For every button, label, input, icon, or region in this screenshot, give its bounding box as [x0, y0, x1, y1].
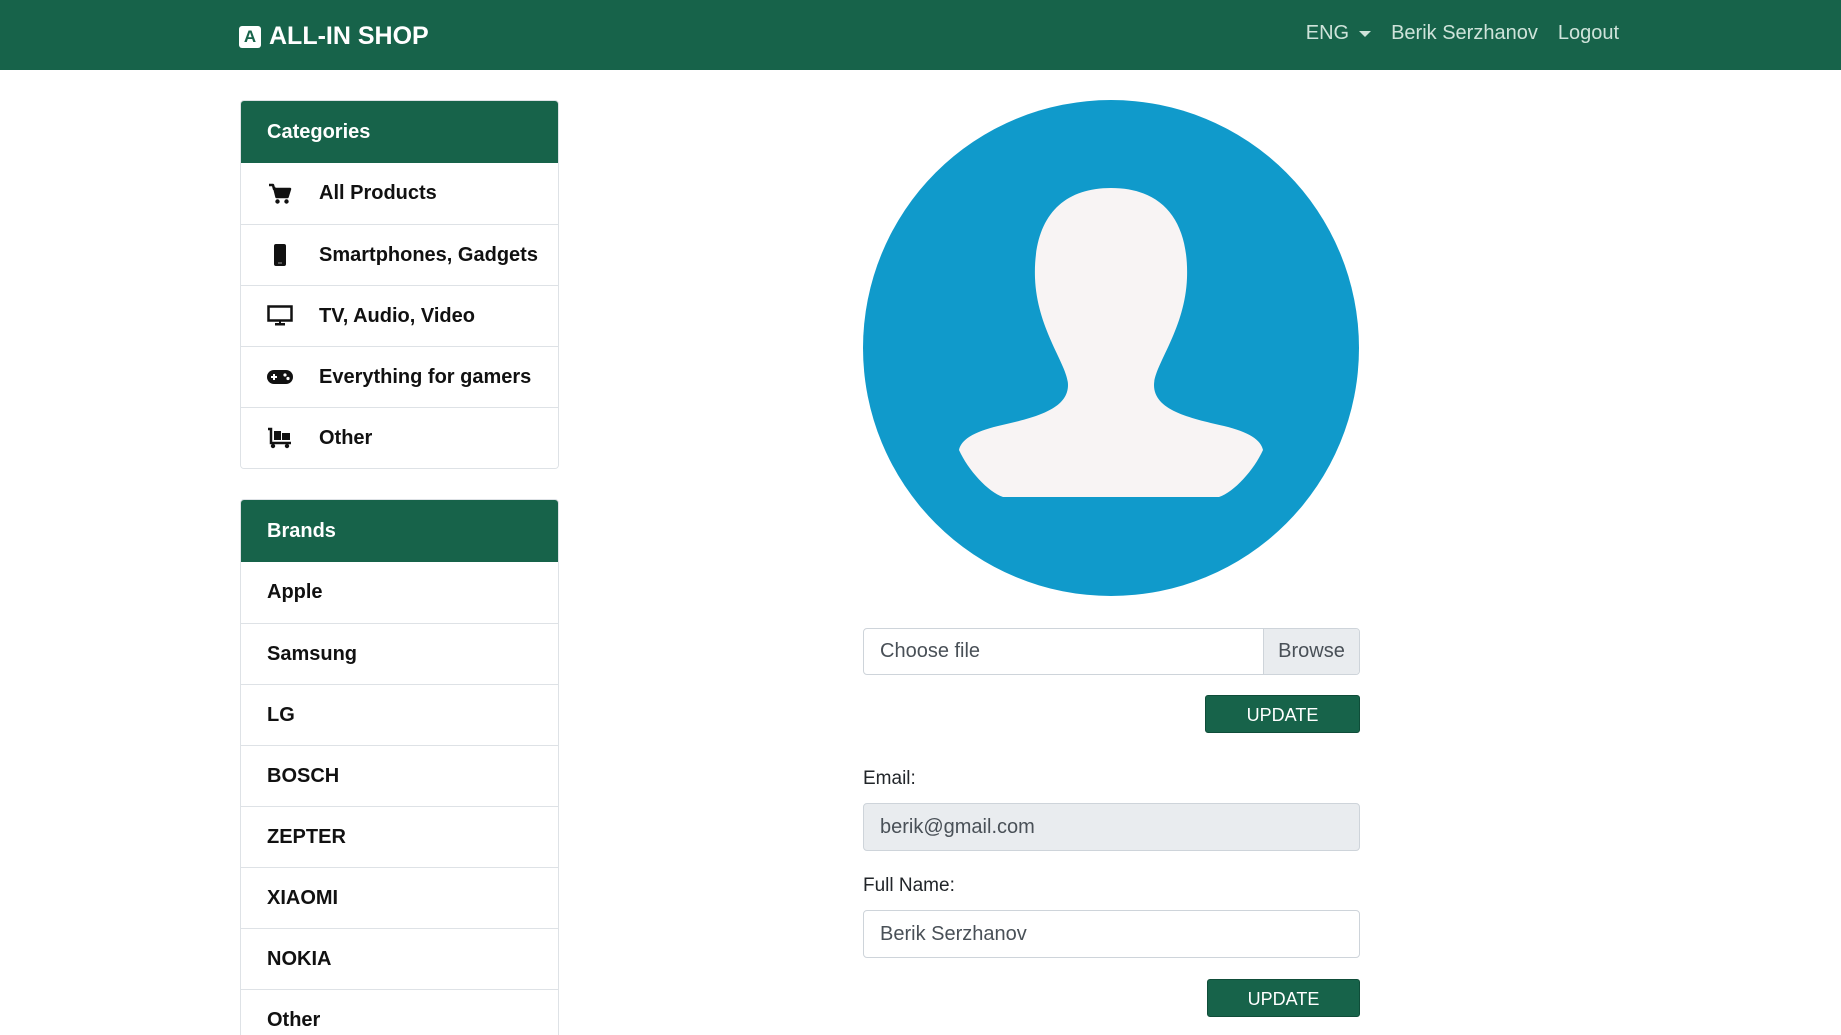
brand-item-bosch[interactable]: BOSCH — [241, 745, 558, 806]
category-item-gamers[interactable]: Everything for gamers — [241, 346, 558, 407]
brand-link[interactable]: ALL-IN SHOP — [239, 22, 429, 51]
category-item-other[interactable]: Other — [241, 407, 558, 468]
category-label: Everything for gamers — [319, 365, 532, 388]
update-picture-button[interactable]: UPDATE PICTURE — [1205, 695, 1360, 763]
user-silhouette-icon — [863, 100, 1359, 596]
dolly-icon — [267, 426, 293, 450]
full-name-label: Full Name: — [863, 875, 955, 896]
picture-file-input[interactable]: Choose file Browse — [863, 628, 1360, 675]
category-label: All Products — [319, 182, 437, 204]
profile-avatar — [863, 100, 1359, 596]
chevron-down-icon — [1359, 30, 1372, 37]
language-dropdown[interactable]: ENG — [1305, 22, 1372, 45]
categories-header: Categories — [241, 101, 558, 163]
category-label: Smartphones, Gadgets — [319, 243, 538, 266]
category-item-all-products[interactable]: All Products — [241, 163, 558, 224]
email-field: berik@gmail.com — [863, 803, 1360, 851]
logout-link[interactable]: Logout — [1558, 22, 1619, 45]
gamepad-icon — [267, 365, 293, 389]
brand-item-samsung[interactable]: Samsung — [241, 623, 558, 684]
brand-name: ALL-IN SHOP — [269, 22, 429, 50]
file-input-placeholder: Choose file — [880, 640, 981, 662]
category-item-smartphones[interactable]: Smartphones, Gadgets — [241, 224, 558, 285]
category-item-tv-audio-video[interactable]: TV, Audio, Video — [241, 285, 558, 346]
email-label: Email: — [863, 768, 916, 789]
nav-right: ENG Berik Serzhanov Logout — [1306, 22, 1619, 45]
brand-item-zepter[interactable]: ZEPTER — [241, 806, 558, 867]
top-navbar: ALL-IN SHOP ENG Berik Serzhanov Logout — [0, 0, 1841, 70]
brand-logo-icon — [239, 25, 261, 48]
update-profile-button[interactable]: UPDATE PROFILE — [1207, 979, 1360, 1035]
brand-item-apple[interactable]: Apple — [241, 562, 558, 623]
brands-card: Brands Apple Samsung LG BOSCH ZEPTER XIA… — [240, 499, 559, 1035]
brand-item-lg[interactable]: LG — [241, 684, 558, 745]
brand-item-other[interactable]: Other — [241, 989, 558, 1035]
category-label: TV, Audio, Video — [319, 304, 475, 327]
browse-button[interactable]: Browse — [1263, 629, 1359, 674]
user-name-link[interactable]: Berik Serzhanov — [1391, 22, 1538, 45]
cart-icon — [267, 182, 293, 206]
full-name-field[interactable]: Berik Serzhanov — [863, 910, 1360, 958]
brands-header: Brands — [241, 500, 558, 562]
brand-item-xiaomi[interactable]: XIAOMI — [241, 867, 558, 928]
brand-item-nokia[interactable]: NOKIA — [241, 928, 558, 989]
language-label: ENG — [1305, 22, 1350, 44]
categories-card: Categories All Products Smartphones, Gad… — [240, 100, 559, 469]
monitor-icon — [267, 304, 293, 328]
smartphone-icon — [267, 243, 293, 267]
category-label: Other — [319, 426, 373, 449]
